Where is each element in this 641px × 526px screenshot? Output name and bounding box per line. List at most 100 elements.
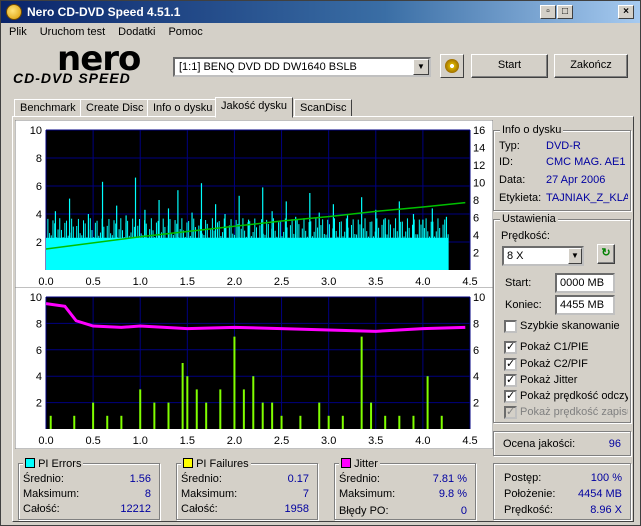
jitter-max-label: Maksimum: bbox=[339, 488, 396, 500]
restore-icon[interactable]: ▫ bbox=[540, 5, 556, 19]
pif-max-value: 7 bbox=[302, 488, 309, 500]
po-errors-value: 0 bbox=[460, 505, 467, 517]
pif-total-value: 1958 bbox=[284, 503, 309, 515]
menu-plik[interactable]: Plik bbox=[1, 24, 32, 38]
jitter-color-swatch bbox=[341, 458, 351, 468]
end-label: Koniec: bbox=[505, 299, 542, 311]
menu-uruchom-test[interactable]: Uruchom test bbox=[32, 24, 110, 38]
y-left-tick-label: 2 bbox=[36, 237, 42, 249]
jitter-avg-value: 7.81 % bbox=[432, 473, 467, 485]
show-pif-label: Pokaż C2/PIF bbox=[520, 358, 588, 370]
exit-button[interactable]: Zakończ bbox=[554, 54, 628, 78]
y-left-tick-label: 10 bbox=[30, 292, 42, 304]
close-icon[interactable]: × bbox=[618, 5, 634, 19]
jitter-group: Jitter Średnio: 7.81 % Maksimum: 9.8 % B… bbox=[334, 457, 476, 520]
menu-pomoc[interactable]: Pomoc bbox=[160, 24, 207, 38]
tab-create-disc[interactable]: Create Disc bbox=[80, 99, 150, 117]
y-left-tick-label: 4 bbox=[36, 371, 42, 383]
y-left-tick-label: 8 bbox=[36, 318, 42, 330]
show-pie-checkbox[interactable]: ✓ bbox=[504, 341, 517, 354]
progress-group: Postęp: 100 % Położenie: 4454 MB Prędkoś… bbox=[493, 463, 631, 520]
y-left-tick-label: 6 bbox=[36, 181, 42, 193]
x-tick-label: 3.5 bbox=[368, 435, 383, 447]
y-right-tick-label: 8 bbox=[473, 195, 479, 207]
disc-date-label: Data: bbox=[499, 174, 526, 186]
y-right-tick-label: 12 bbox=[473, 160, 485, 172]
quick-scan-label: Szybkie skanowanie bbox=[520, 320, 620, 332]
show-jitter-checkbox[interactable]: ✓ bbox=[504, 374, 517, 387]
x-tick-label: 2.0 bbox=[227, 435, 242, 447]
tab-info-o-dysku[interactable]: Info o dysku bbox=[147, 99, 219, 117]
progress-value: 100 % bbox=[590, 472, 622, 484]
plot-area bbox=[46, 297, 470, 429]
pie-avg-label: Średnio: bbox=[23, 473, 64, 485]
y-right-tick-label: 8 bbox=[473, 318, 479, 330]
y-right-tick-label: 10 bbox=[473, 178, 485, 190]
window-title: Nero CD-DVD Speed 4.51.1 bbox=[27, 5, 181, 19]
chevron-down-icon[interactable]: ▼ bbox=[568, 248, 582, 264]
pi-failures-group: PI Failures Średnio: 0.17 Maksimum: 7 Ca… bbox=[176, 457, 318, 520]
chevron-down-icon[interactable]: ▼ bbox=[413, 59, 429, 75]
settings-title: Ustawienia bbox=[500, 213, 558, 225]
speed-select[interactable]: 8 X ▼ bbox=[502, 246, 584, 266]
logo-sub-text: CD-DVD SPEED bbox=[13, 70, 131, 86]
quality-score-value: 96 bbox=[608, 438, 621, 450]
maximize-icon[interactable]: □ bbox=[557, 5, 573, 19]
progress-label: Postęp: bbox=[504, 472, 542, 484]
x-tick-label: 4.0 bbox=[415, 435, 430, 447]
quality-score-box: Ocena jakości: 96 bbox=[493, 431, 631, 456]
pi-errors-group: PI Errors Średnio: 1.56 Maksimum: 8 Cało… bbox=[18, 457, 160, 520]
y-right-tick-label: 14 bbox=[473, 143, 485, 155]
y-right-tick-label: 6 bbox=[473, 345, 479, 357]
jitter-title: Jitter bbox=[354, 458, 378, 470]
tab-scandisc[interactable]: ScanDisc bbox=[294, 99, 353, 117]
speed-select-value: 8 X bbox=[507, 250, 524, 262]
menu-dodatki[interactable]: Dodatki bbox=[110, 24, 160, 38]
drive-select-value: [1:1] BENQ DVD DD DW1640 BSLB bbox=[179, 61, 357, 73]
disc-label-label: Etykieta: bbox=[499, 192, 542, 204]
pie-chart: 0.0 0.5 1.0 1.5 2.0 2.5 3.0 3.5 4.0 4.52468102468… bbox=[15, 120, 493, 290]
show-read-speed-checkbox[interactable]: ✓ bbox=[504, 390, 517, 403]
show-pif-checkbox[interactable]: ✓ bbox=[504, 358, 517, 371]
show-write-speed-label: Pokaż prędkość zapisu bbox=[520, 406, 628, 418]
position-label: Położenie: bbox=[504, 488, 556, 500]
pi-failures-title: PI Failures bbox=[196, 458, 249, 470]
quick-scan-checkbox[interactable] bbox=[504, 320, 517, 333]
y-right-tick-label: 6 bbox=[473, 213, 479, 225]
tab-benchmark[interactable]: Benchmark bbox=[14, 99, 82, 117]
end-input[interactable]: 4455 MB bbox=[555, 295, 615, 315]
start-input[interactable]: 0000 MB bbox=[555, 273, 615, 293]
application-window: Nero CD-DVD Speed 4.51.1 ▫ □ × Plik Uruch… bbox=[0, 0, 641, 526]
pie-area bbox=[46, 237, 449, 270]
disc-type-label: Typ: bbox=[499, 140, 520, 152]
drive-select[interactable]: [1:1] BENQ DVD DD DW1640 BSLB ▼ bbox=[173, 57, 431, 77]
jitter-max-value: 9.8 % bbox=[438, 488, 467, 500]
y-left-tick-label: 2 bbox=[36, 398, 42, 410]
show-read-speed-label: Pokaż prędkość odczytu bbox=[520, 390, 628, 402]
title-bar[interactable]: Nero CD-DVD Speed 4.51.1 ▫ □ × bbox=[1, 1, 640, 23]
quality-score-label: Ocena jakości: bbox=[503, 438, 576, 450]
pif-total-label: Całość: bbox=[181, 503, 218, 515]
start-button[interactable]: Start bbox=[471, 54, 548, 78]
refresh-icon[interactable]: ↻ bbox=[597, 244, 615, 264]
pif-chart: 0.0 0.5 1.0 1.5 2.0 2.5 3.0 3.5 4.0 4.5 2 4 6 8 10 2 4 6 8… bbox=[15, 287, 493, 449]
pie-avg-value: 1.56 bbox=[129, 473, 151, 485]
jitter-avg-label: Średnio: bbox=[339, 473, 380, 485]
y-right-tick-label: 2 bbox=[473, 398, 479, 410]
nero-logo: nero CD-DVD SPEED bbox=[13, 39, 163, 87]
jitter-header: Jitter bbox=[339, 457, 380, 470]
pi-errors-title: PI Errors bbox=[38, 458, 82, 470]
tab-jakosc-dysku[interactable]: Jakość dysku bbox=[215, 97, 294, 118]
y-right-tick-label: 4 bbox=[473, 230, 479, 242]
settings-group: Ustawienia Prędkość: 8 X ▼ ↻ Start: 0000… bbox=[493, 213, 631, 423]
pi-errors-header: PI Errors bbox=[23, 457, 84, 470]
disc-info-group: Info o dysku Typ: DVD-R ID: CMC MAG. AE1… bbox=[493, 124, 631, 211]
x-tick-label: 0.5 bbox=[85, 435, 100, 447]
speed-readout-value: 8.96 X bbox=[590, 504, 622, 516]
y-right-tick-label: 2 bbox=[473, 248, 479, 260]
y-right-tick-label: 16 bbox=[473, 125, 485, 137]
y-right-tick-label: 4 bbox=[473, 371, 479, 383]
drive-info-button[interactable] bbox=[440, 54, 464, 78]
disc-label-value: TAJNIAK_Z_KLA bbox=[546, 192, 628, 204]
x-tick-label: 3.0 bbox=[321, 435, 336, 447]
